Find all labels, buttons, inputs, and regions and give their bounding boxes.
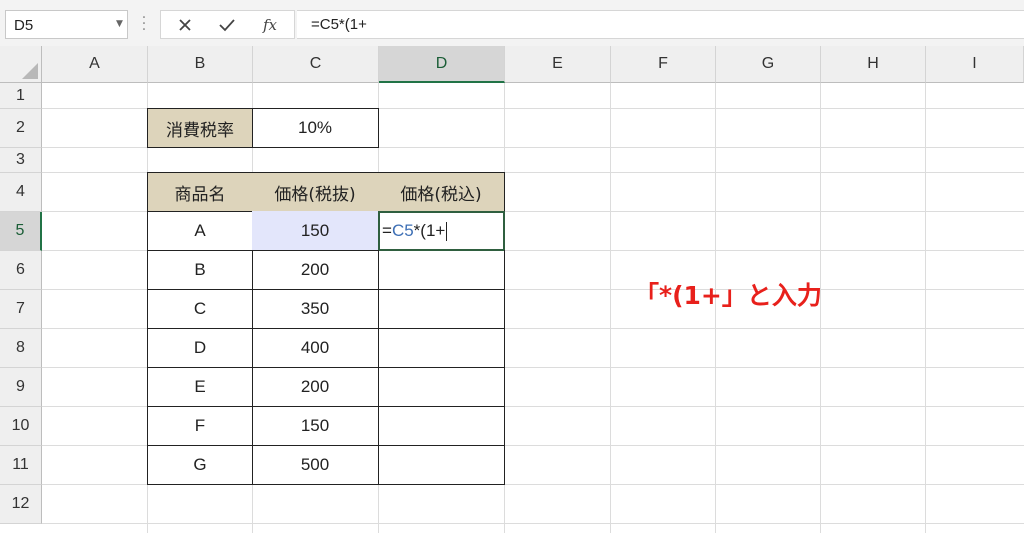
row-header-3[interactable]: 3 <box>0 148 42 173</box>
formula-rest: *(1+ <box>413 221 446 240</box>
product-name-cell[interactable]: G <box>147 445 253 485</box>
column-header-c[interactable]: C <box>253 46 379 83</box>
price-incl-cell[interactable] <box>378 406 505 446</box>
formula-buttons: fx <box>160 10 295 39</box>
column-header-b[interactable]: B <box>148 46 253 83</box>
price-cell[interactable]: 350 <box>252 289 379 329</box>
price-cell[interactable]: 500 <box>252 445 379 485</box>
row-header-8[interactable]: 8 <box>0 329 42 368</box>
column-header-d[interactable]: D <box>379 46 505 83</box>
row-header-11[interactable]: 11 <box>0 446 42 485</box>
product-name-cell[interactable]: C <box>147 289 253 329</box>
dropdown-arrow-icon[interactable]: ▼ <box>116 19 123 29</box>
product-name-cell[interactable]: E <box>147 367 253 407</box>
header-product-name[interactable]: 商品名 <box>147 172 253 212</box>
row-header-9[interactable]: 9 <box>0 368 42 407</box>
worksheet-grid[interactable]: A B C D E F G H I 1 2 3 4 5 6 7 8 9 10 1… <box>0 46 1024 533</box>
formula-text: =C5*(1+ <box>311 16 367 33</box>
drag-handle-icon[interactable]: · · · <box>138 11 150 37</box>
price-cell[interactable]: 400 <box>252 328 379 368</box>
product-name-cell[interactable]: A <box>147 211 253 251</box>
text-cursor <box>446 221 448 241</box>
active-editing-cell[interactable]: = C5 *(1+ <box>378 211 505 251</box>
column-header-e[interactable]: E <box>505 46 611 83</box>
row-header-1[interactable]: 1 <box>0 83 42 109</box>
tax-rate-label-cell[interactable]: 消費税率 <box>147 108 253 148</box>
row-header-6[interactable]: 6 <box>0 251 42 290</box>
row-header-4[interactable]: 4 <box>0 173 42 212</box>
product-name-cell[interactable]: B <box>147 250 253 290</box>
tax-rate-value-cell[interactable]: 10% <box>252 108 379 148</box>
price-incl-cell[interactable] <box>378 328 505 368</box>
price-cell[interactable]: 200 <box>252 250 379 290</box>
price-cell[interactable]: 150 <box>252 211 379 251</box>
insert-function-icon[interactable]: fx <box>256 13 284 37</box>
row-header-5[interactable]: 5 <box>0 212 42 251</box>
header-price-incl-tax[interactable]: 価格(税込) <box>378 172 505 212</box>
formula-equals: = <box>382 221 392 240</box>
row-header-7[interactable]: 7 <box>0 290 42 329</box>
instruction-annotation: 「*(1+」と入力 <box>634 281 822 310</box>
column-header-i[interactable]: I <box>926 46 1024 83</box>
name-box-value: D5 <box>14 17 34 34</box>
price-cell[interactable]: 150 <box>252 406 379 446</box>
price-incl-cell[interactable] <box>378 250 505 290</box>
formula-bar: D5 ▼ · · · fx =C5*(1+ <box>0 0 1024 46</box>
column-header-g[interactable]: G <box>716 46 821 83</box>
price-cell[interactable]: 200 <box>252 367 379 407</box>
formula-reference: C5 <box>391 221 414 240</box>
column-header-f[interactable]: F <box>611 46 716 83</box>
column-header-h[interactable]: H <box>821 46 926 83</box>
row-header-12[interactable]: 12 <box>0 485 42 524</box>
enter-check-icon[interactable] <box>213 13 241 37</box>
cancel-icon[interactable] <box>171 13 199 37</box>
price-incl-cell[interactable] <box>378 445 505 485</box>
price-incl-cell[interactable] <box>378 289 505 329</box>
row-header-2[interactable]: 2 <box>0 109 42 148</box>
row-header-10[interactable]: 10 <box>0 407 42 446</box>
product-name-cell[interactable]: F <box>147 406 253 446</box>
column-header-a[interactable]: A <box>42 46 148 83</box>
product-name-cell[interactable]: D <box>147 328 253 368</box>
price-incl-cell[interactable] <box>378 367 505 407</box>
name-box[interactable]: D5 ▼ <box>5 10 128 39</box>
select-all-corner[interactable] <box>0 46 42 83</box>
formula-input[interactable]: =C5*(1+ <box>297 10 1024 39</box>
header-price-excl-tax[interactable]: 価格(税抜) <box>252 172 379 212</box>
